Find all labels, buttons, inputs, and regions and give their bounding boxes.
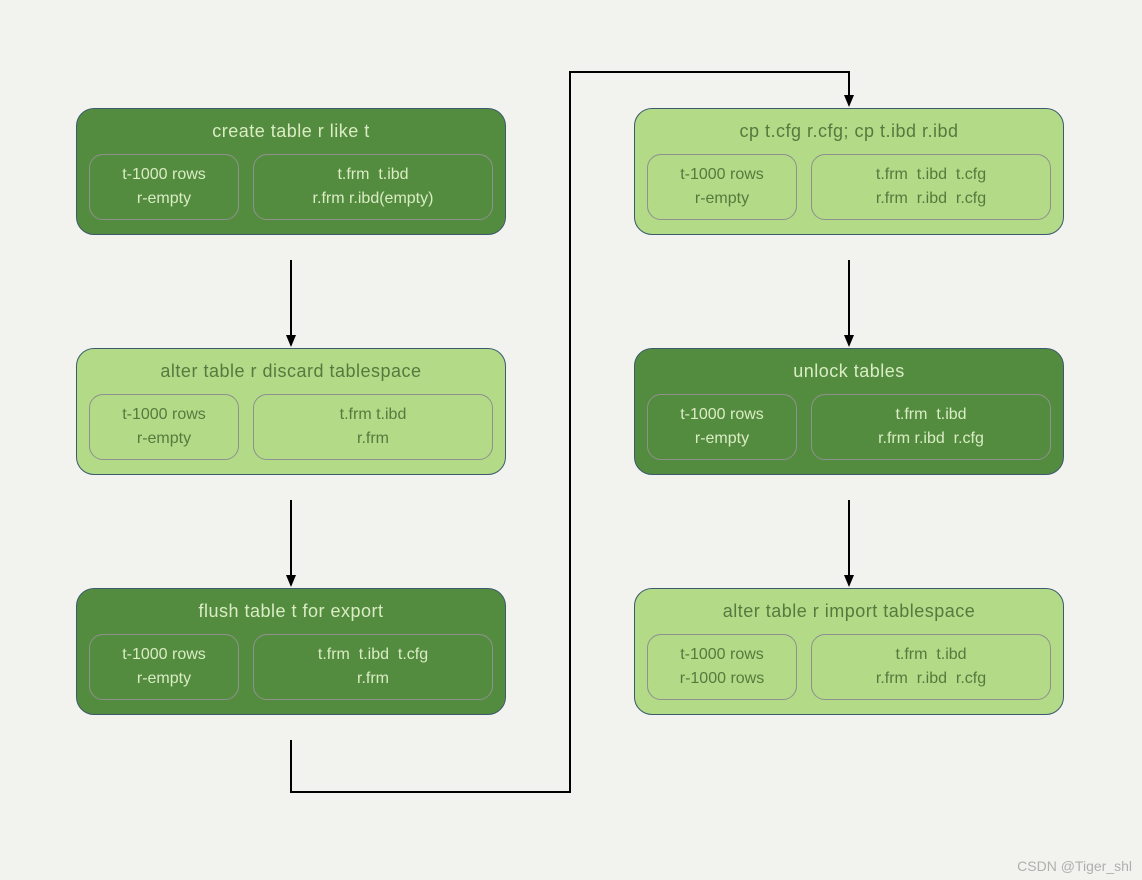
flow-node-n3: flush table t for export t-1000 rows r-em… [76,588,506,715]
flow-node-n4: cp t.cfg r.cfg; cp t.ibd r.ibd t-1000 row… [634,108,1064,235]
rows-box: t-1000 rows r-empty [89,154,239,220]
rows-box: t-1000 rows r-empty [89,394,239,460]
files-box: t.frm t.ibd t.cfg r.frm [253,634,493,700]
rows-box: t-1000 rows r-empty [647,154,797,220]
node-body: t-1000 rows r-emptyt.frm t.ibd r.frm r.i… [89,154,493,220]
node-body: t-1000 rows r-emptyt.frm t.ibd t.cfg r.f… [647,154,1051,220]
files-box: t.frm t.ibd r.frm [253,394,493,460]
rows-box: t-1000 rows r-1000 rows [647,634,797,700]
files-box: t.frm t.ibd r.frm r.ibd(empty) [253,154,493,220]
files-box: t.frm t.ibd r.frm r.ibd r.cfg [811,634,1051,700]
node-title: create table r like t [89,121,493,142]
flow-node-n1: create table r like t t-1000 rows r-empty… [76,108,506,235]
node-body: t-1000 rows r-emptyt.frm t.ibd r.frm r.i… [647,394,1051,460]
node-title: cp t.cfg r.cfg; cp t.ibd r.ibd [647,121,1051,142]
node-title: alter table r import tablespace [647,601,1051,622]
node-title: alter table r discard tablespace [89,361,493,382]
node-title: unlock tables [647,361,1051,382]
files-box: t.frm t.ibd t.cfg r.frm r.ibd r.cfg [811,154,1051,220]
node-title: flush table t for export [89,601,493,622]
node-body: t-1000 rows r-emptyt.frm t.ibd r.frm [89,394,493,460]
node-body: t-1000 rows r-1000 rowst.frm t.ibd r.frm… [647,634,1051,700]
watermark: CSDN @Tiger_shl [1017,858,1132,874]
files-box: t.frm t.ibd r.frm r.ibd r.cfg [811,394,1051,460]
flow-node-n6: alter table r import tablespace t-1000 ro… [634,588,1064,715]
rows-box: t-1000 rows r-empty [647,394,797,460]
rows-box: t-1000 rows r-empty [89,634,239,700]
flow-node-n5: unlock tables t-1000 rows r-emptyt.frm t.… [634,348,1064,475]
node-body: t-1000 rows r-emptyt.frm t.ibd t.cfg r.f… [89,634,493,700]
flow-node-n2: alter table r discard tablespace t-1000 r… [76,348,506,475]
